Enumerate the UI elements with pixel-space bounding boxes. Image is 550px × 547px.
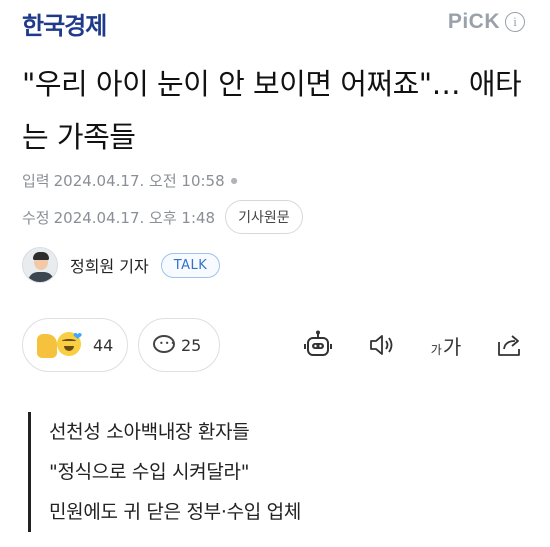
reporter-name[interactable]: 정희원 기자 — [70, 253, 149, 277]
published-line: 입력 2024.04.17. 오전 10:58 ● — [22, 170, 238, 191]
share-icon — [498, 335, 520, 356]
font-big-label: 가 — [442, 334, 462, 359]
comment-icon: ••• — [153, 335, 175, 355]
dot-icon: ● — [230, 176, 238, 185]
article-subheads: 선천성 소아백내장 환자들 "정식으로 수입 시켜달라" 민원에도 귀 닫은 정… — [28, 412, 528, 532]
reporter-info[interactable]: 정희원 기자 TALK — [22, 247, 221, 283]
summary-bot-button[interactable] — [300, 328, 336, 362]
comment-count: 25 — [181, 335, 202, 355]
modified-line: 수정 2024.04.17. 오후 1:48 기사원문 — [22, 200, 303, 234]
brand-logo[interactable]: 한국경제 — [22, 6, 107, 41]
avatar-body — [28, 272, 54, 282]
modified-date: 2024.04.17. 오후 1:48 — [53, 208, 216, 227]
talk-button[interactable]: TALK — [160, 252, 221, 278]
reaction-count: 44 — [93, 335, 114, 355]
info-icon[interactable]: i — [505, 12, 525, 32]
pick-badge[interactable]: PiCK i — [448, 10, 525, 34]
subhead-line: 선천성 소아백내장 환자들 — [49, 421, 250, 443]
speaker-icon — [370, 335, 393, 355]
subhead-line: "정식으로 수입 시켜달라" — [49, 461, 250, 483]
thumbs-up-icon — [37, 334, 57, 358]
avatar[interactable] — [22, 247, 58, 283]
article-title: "우리 아이 눈이 안 보이면 어쩌죠"… 애타는 가족들 — [22, 67, 522, 154]
action-toolbar: ❤ 44 ••• 25 가가 — [22, 318, 532, 372]
reaction-icon: ❤ — [37, 330, 87, 360]
heart-icon: ❤ — [73, 330, 83, 343]
app-header: 한국경제 PiCK i — [0, 0, 550, 46]
modified-label: 수정 — [22, 208, 50, 227]
speaker-button[interactable] — [364, 328, 400, 362]
pick-label: PiCK — [447, 10, 500, 33]
published-label: 입력 — [22, 172, 50, 190]
original-article-button[interactable]: 기사원문 — [225, 200, 303, 234]
summary-bot-icon — [304, 330, 332, 356]
font-size-icon: 가가 — [431, 331, 461, 360]
reaction-button[interactable]: ❤ 44 — [22, 318, 128, 372]
avatar-hair — [33, 252, 49, 260]
comment-button[interactable]: ••• 25 — [138, 318, 220, 372]
font-small-label: 가 — [430, 342, 442, 357]
subhead-line: 민원에도 귀 닫은 정부·수입 업체 — [49, 501, 302, 523]
font-size-button[interactable]: 가가 — [424, 328, 468, 362]
published-date: 2024.04.17. 오전 10:58 — [53, 172, 225, 190]
share-button[interactable] — [492, 328, 528, 362]
